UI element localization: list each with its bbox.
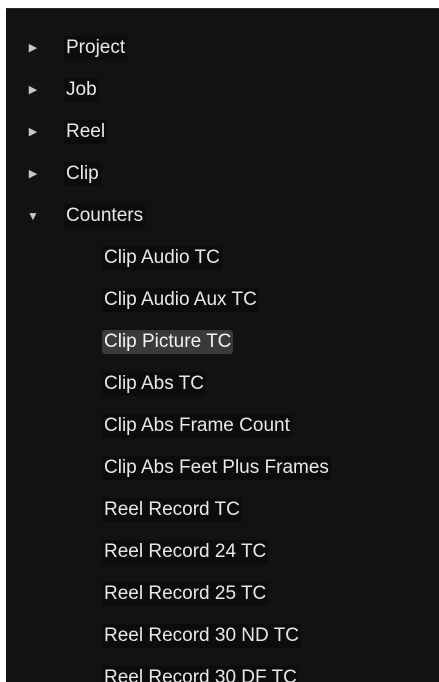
tree-item-reel-record-30-nd-tc[interactable]: Reel Record 30 ND TC bbox=[6, 615, 439, 657]
caret-right-icon[interactable]: ▶ bbox=[26, 69, 40, 111]
tree-item-reel[interactable]: ▶ Reel bbox=[6, 111, 439, 153]
tree-item-label: Clip Picture TC bbox=[102, 330, 234, 354]
tree-item-clip-abs-frame-count[interactable]: Clip Abs Frame Count bbox=[6, 405, 439, 447]
tree-item-reel-record-tc[interactable]: Reel Record TC bbox=[6, 489, 439, 531]
tree-item-label: Clip Abs Feet Plus Frames bbox=[102, 456, 331, 480]
caret-down-icon[interactable]: ▼ bbox=[26, 195, 40, 237]
tree-item-label: Clip bbox=[64, 162, 101, 186]
tree-item-label: Reel Record 30 ND TC bbox=[102, 624, 302, 648]
tree-item-clip-abs-feet-plus-frames[interactable]: Clip Abs Feet Plus Frames bbox=[6, 447, 439, 489]
tree-item-label: Clip Abs TC bbox=[102, 372, 206, 396]
tree-item-label: Reel Record 25 TC bbox=[102, 582, 269, 606]
metadata-tree-panel: ▶ Project ▶ Job ▶ Reel ▶ Clip ▼ Counters… bbox=[6, 8, 439, 682]
tree-item-project[interactable]: ▶ Project bbox=[6, 27, 439, 69]
caret-right-icon[interactable]: ▶ bbox=[26, 27, 40, 69]
tree-item-clip-picture-tc[interactable]: Clip Picture TC bbox=[6, 321, 439, 363]
tree-item-clip-abs-tc[interactable]: Clip Abs TC bbox=[6, 363, 439, 405]
tree-item-label: Counters bbox=[64, 204, 146, 228]
tree-item-label: Project bbox=[64, 36, 128, 60]
tree-item-label: Clip Abs Frame Count bbox=[102, 414, 292, 438]
tree-item-label: Reel bbox=[64, 120, 108, 144]
tree-item-clip-audio-aux-tc[interactable]: Clip Audio Aux TC bbox=[6, 279, 439, 321]
tree-item-job[interactable]: ▶ Job bbox=[6, 69, 439, 111]
tree-item-label: Job bbox=[64, 78, 99, 102]
tree-item-clip[interactable]: ▶ Clip bbox=[6, 153, 439, 195]
tree-item-clip-audio-tc[interactable]: Clip Audio TC bbox=[6, 237, 439, 279]
tree-item-label: Clip Audio Aux TC bbox=[102, 288, 259, 312]
tree-item-label: Clip Audio TC bbox=[102, 246, 222, 270]
tree-item-label: Reel Record 30 DF TC bbox=[102, 666, 299, 682]
caret-right-icon[interactable]: ▶ bbox=[26, 153, 40, 195]
tree-item-label: Reel Record TC bbox=[102, 498, 242, 522]
tree-item-reel-record-24-tc[interactable]: Reel Record 24 TC bbox=[6, 531, 439, 573]
tree-item-counters[interactable]: ▼ Counters bbox=[6, 195, 439, 237]
caret-right-icon[interactable]: ▶ bbox=[26, 111, 40, 153]
tree-item-reel-record-25-tc[interactable]: Reel Record 25 TC bbox=[6, 573, 439, 615]
tree-item-reel-record-30-df-tc[interactable]: Reel Record 30 DF TC bbox=[6, 657, 439, 682]
tree-item-label: Reel Record 24 TC bbox=[102, 540, 269, 564]
